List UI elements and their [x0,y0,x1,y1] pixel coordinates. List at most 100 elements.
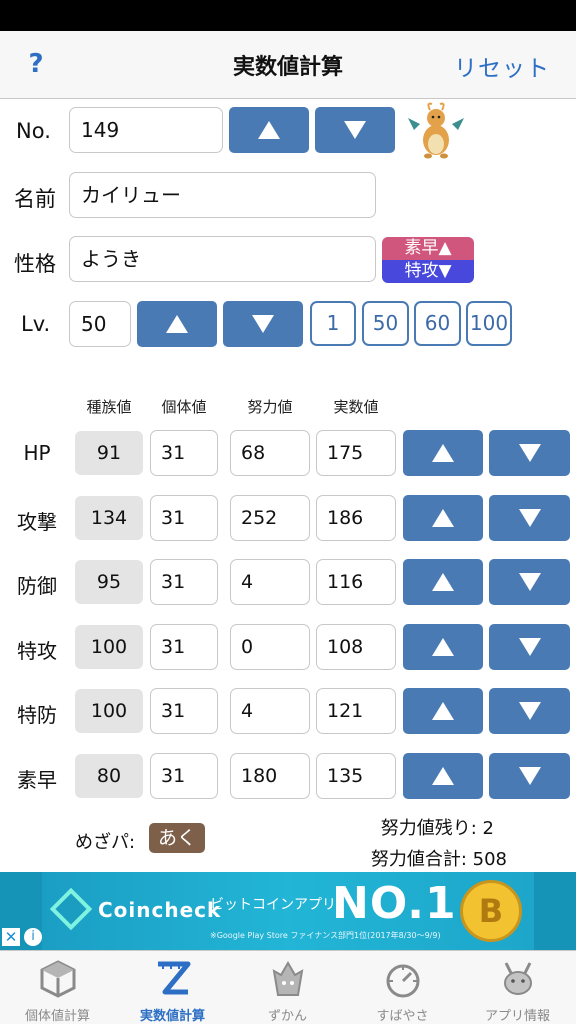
ev-total-text: 努力値合計: 508 [370,849,507,870]
triangle-down-icon [518,767,541,785]
iv-field-defense[interactable]: 31 [150,559,218,605]
hidden-power-type-badge: あく [149,823,205,853]
sp-defense-up-button[interactable] [403,688,483,734]
stat-name-sp-defense: 特防 [17,703,57,727]
ad-info-icon[interactable]: i [24,928,42,946]
triangle-down-icon [518,638,541,656]
level-label: Lv. [21,312,51,336]
bitcoin-coin-icon: B [460,880,522,942]
speedometer-icon [386,964,420,998]
pikachu-icon [504,962,532,995]
ad-close-icon[interactable]: ✕ [2,928,20,946]
level-up-button[interactable] [137,301,217,347]
ad-content[interactable]: Coincheck ビットコインアプリ NO.1 ※Google Play St… [42,872,534,950]
navigation-bar: ? 実数値計算 リセット [0,31,576,99]
hp-up-button[interactable] [403,430,483,476]
attack-down-button[interactable] [489,495,570,541]
triangle-up-icon [432,702,454,720]
speed-down-button[interactable] [489,753,570,799]
iv-field-sp-attack[interactable]: 31 [150,624,218,670]
actual-field-sp-attack[interactable]: 108 [316,624,396,670]
iv-field-hp[interactable]: 31 [150,430,218,476]
defense-up-button[interactable] [403,559,483,605]
sp-defense-down-button[interactable] [489,688,570,734]
level-field[interactable]: 50 [69,301,131,347]
level-preset-60-button[interactable]: 60 [414,301,461,346]
ad-banner[interactable]: ✕ i Coincheck ビットコインアプリ NO.1 ※Google Pla… [0,872,576,950]
tab-app-info[interactable]: アプリ情報 [460,951,575,1024]
cube-icon [40,960,76,998]
defense-down-button[interactable] [489,559,570,605]
hp-down-button[interactable] [489,430,570,476]
triangle-up-icon [432,767,454,785]
level-preset-100-button[interactable]: 100 [466,301,512,346]
number-up-button[interactable] [229,107,309,153]
reset-button[interactable]: リセット [454,49,550,83]
ev-field-sp-defense[interactable]: 4 [230,688,310,734]
triangle-down-icon [518,573,541,591]
tab-label: ずかん [267,1009,307,1024]
speed-up-button[interactable] [403,753,483,799]
ad-fineprint: ※Google Play Store ファイナンス部門1位(2017年8/30〜… [210,931,441,940]
tab-actual-calc[interactable]: 実数値計算 [115,951,230,1024]
actual-field-hp[interactable]: 175 [316,430,396,476]
stat-name-hp: HP [23,441,51,465]
ad-headline: NO.1 [332,878,457,929]
iv-field-speed[interactable]: 31 [150,753,218,799]
nature-field[interactable]: ようき [69,236,376,282]
column-header-iv: 個体値 [161,398,207,416]
actual-field-defense[interactable]: 116 [316,559,396,605]
column-header-actual: 実数値 [333,398,379,416]
actual-field-speed[interactable]: 135 [316,753,396,799]
triangle-down-icon [518,444,541,462]
sp-attack-down-button[interactable] [489,624,570,670]
level-preset-1-button[interactable]: 1 [310,301,356,346]
tab-speed[interactable]: すばやさ [345,951,460,1024]
ev-field-hp[interactable]: 68 [230,430,310,476]
level-preset-50-button[interactable]: 50 [362,301,409,346]
stat-name-sp-attack: 特攻 [17,639,57,663]
number-down-button[interactable] [315,107,395,153]
triangle-down-icon [252,315,274,333]
actual-field-sp-defense[interactable]: 121 [316,688,396,734]
status-bar [0,0,576,31]
ruler-z-icon [158,961,191,995]
ev-field-defense[interactable]: 4 [230,559,310,605]
triangle-up-icon [432,444,454,462]
triangle-down-icon [518,702,541,720]
base-stat-speed: 80 [75,754,143,798]
triangle-up-icon [432,638,454,656]
stat-name-speed: 素早 [17,768,57,792]
stat-name-defense: 防御 [17,574,57,598]
nature-boost-badge: 素早▲ [382,237,474,260]
triangle-down-icon [344,121,366,139]
iv-field-attack[interactable]: 31 [150,495,218,541]
nature-drop-badge: 特攻▼ [382,260,474,283]
triangle-up-icon [432,509,454,527]
level-down-button[interactable] [223,301,303,347]
coincheck-logo-icon [49,887,93,931]
sp-attack-up-button[interactable] [403,624,483,670]
base-stat-sp-defense: 100 [75,689,143,733]
ad-tagline: ビットコインアプリ [210,897,336,913]
ev-remaining-text: 努力値残り: 2 [380,818,494,839]
tab-iv-calc[interactable]: 個体値計算 [0,951,115,1024]
base-stat-sp-attack: 100 [75,625,143,669]
tab-label: すばやさ [376,1009,429,1024]
tab-pokedex[interactable]: ずかん [230,951,345,1024]
ev-field-attack[interactable]: 252 [230,495,310,541]
ad-brand-text: Coincheck [98,898,222,922]
iv-field-sp-defense[interactable]: 31 [150,688,218,734]
name-label: 名前 [14,187,56,211]
pokemon-name-field[interactable]: カイリュー [69,172,376,218]
no-label: No. [16,119,51,143]
attack-up-button[interactable] [403,495,483,541]
ev-field-speed[interactable]: 180 [230,753,310,799]
triangle-up-icon [258,121,280,139]
pokedex-number-field[interactable]: 149 [69,107,223,153]
actual-field-attack[interactable]: 186 [316,495,396,541]
nature-label: 性格 [14,252,56,276]
tab-bar: 個体値計算 実数値計算 ずかん すばやさ アプリ情報 [0,950,576,1024]
base-stat-hp: 91 [75,431,143,475]
ev-field-sp-attack[interactable]: 0 [230,624,310,670]
